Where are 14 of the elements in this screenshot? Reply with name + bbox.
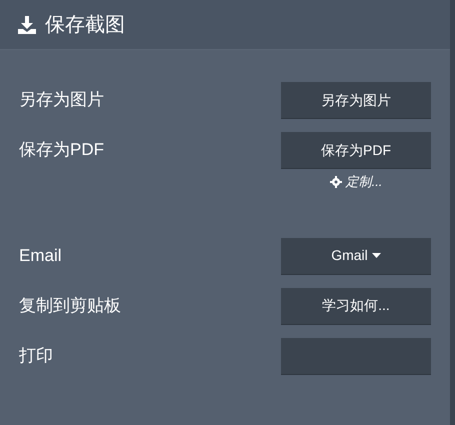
- download-icon: [17, 14, 37, 34]
- email-dropdown[interactable]: Gmail: [281, 238, 431, 274]
- row-label: Email: [19, 244, 62, 267]
- caret-icon: [372, 253, 381, 258]
- row-label: 保存为PDF: [19, 139, 104, 162]
- header-title: 保存截图: [45, 12, 125, 38]
- customize-link[interactable]: 定制...: [281, 172, 431, 192]
- row-label: 打印: [19, 344, 53, 367]
- action-button[interactable]: 保存为PDF: [281, 132, 431, 168]
- action-button[interactable]: 学习如何...: [281, 288, 431, 324]
- row-label: 另存为图片: [19, 89, 104, 112]
- action-button[interactable]: 另存为图片: [281, 82, 431, 118]
- action-button[interactable]: [281, 338, 431, 374]
- row-label: 复制到剪贴板: [19, 294, 121, 317]
